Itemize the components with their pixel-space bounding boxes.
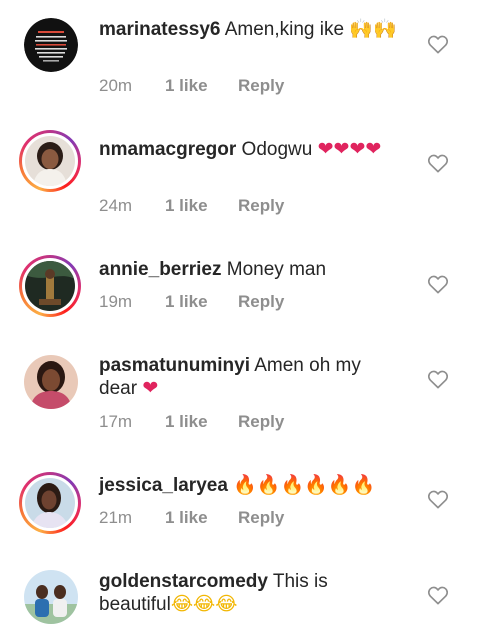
red-heart-emoji: ❤ bbox=[142, 377, 159, 399]
fire-emoji: 🔥🔥🔥🔥🔥🔥 bbox=[233, 474, 376, 496]
reply-button[interactable]: Reply bbox=[238, 196, 284, 216]
comment-body: Amen,king ike bbox=[220, 19, 345, 40]
raised-hands-emoji: 🙌🙌 bbox=[349, 18, 397, 40]
like-count[interactable]: 1 like bbox=[165, 292, 238, 312]
heart-outline-icon[interactable] bbox=[427, 274, 449, 294]
comment-text: goldenstarcomedy This is beautiful😂😂😂 bbox=[99, 570, 404, 616]
comment-body: Money man bbox=[221, 259, 327, 280]
avatar[interactable] bbox=[19, 472, 81, 534]
comment-meta: 21m 1 like Reply bbox=[99, 508, 284, 528]
reply-button[interactable]: Reply bbox=[238, 292, 284, 312]
reply-button[interactable]: Reply bbox=[238, 76, 284, 96]
username[interactable]: nmamacgregor bbox=[99, 139, 236, 160]
reply-button[interactable]: Reply bbox=[238, 412, 284, 432]
avatar[interactable] bbox=[19, 130, 81, 192]
timestamp: 19m bbox=[99, 292, 133, 311]
comment-meta: 24m 1 like Reply bbox=[99, 196, 284, 216]
username[interactable]: annie_berriez bbox=[99, 259, 222, 280]
timestamp: 21m bbox=[99, 508, 133, 527]
heart-outline-icon[interactable] bbox=[427, 489, 449, 509]
comment-body: Odogwu bbox=[236, 139, 318, 160]
comment-text: marinatessy6 Amen,king ike 🙌🙌 bbox=[99, 18, 404, 41]
avatar-image bbox=[24, 570, 78, 624]
laughing-emoji: 😂😂😂 bbox=[170, 593, 238, 615]
comment-text: pasmatunuminyi Amen oh my dear ❤ bbox=[99, 354, 404, 400]
avatar-image bbox=[24, 355, 78, 409]
comment-meta: 19m 1 like Reply bbox=[99, 292, 284, 312]
timestamp: 20m bbox=[99, 76, 133, 95]
avatar-image bbox=[25, 478, 75, 528]
timestamp: 24m bbox=[99, 196, 133, 215]
avatar-image bbox=[25, 261, 75, 311]
username[interactable]: marinatessy6 bbox=[99, 19, 220, 40]
avatar[interactable] bbox=[24, 355, 78, 409]
red-heart-emoji: ❤❤❤❤ bbox=[317, 138, 382, 160]
avatar[interactable] bbox=[19, 255, 81, 317]
comments-list: marinatessy6 Amen,king ike 🙌🙌 20m 1 like… bbox=[0, 0, 480, 629]
reply-button[interactable]: Reply bbox=[238, 508, 284, 528]
username[interactable]: goldenstarcomedy bbox=[99, 571, 268, 592]
timestamp: 17m bbox=[99, 412, 133, 431]
comment-text: nmamacgregor Odogwu ❤❤❤❤ bbox=[99, 138, 404, 161]
avatar-image bbox=[25, 136, 75, 186]
heart-outline-icon[interactable] bbox=[427, 585, 449, 605]
avatar[interactable] bbox=[24, 18, 78, 72]
avatar-image bbox=[24, 18, 78, 72]
comment-meta: 17m 1 like Reply bbox=[99, 412, 284, 432]
username[interactable]: pasmatunuminyi bbox=[99, 355, 250, 376]
comment-text: annie_berriez Money man bbox=[99, 258, 404, 281]
comment-text: jessica_laryea 🔥🔥🔥🔥🔥🔥 bbox=[99, 474, 404, 497]
heart-outline-icon[interactable] bbox=[427, 153, 449, 173]
like-count[interactable]: 1 like bbox=[165, 76, 238, 96]
like-count[interactable]: 1 like bbox=[165, 196, 238, 216]
like-count[interactable]: 1 like bbox=[165, 508, 238, 528]
heart-outline-icon[interactable] bbox=[427, 34, 449, 54]
like-count[interactable]: 1 like bbox=[165, 412, 238, 432]
comment-meta: 20m 1 like Reply bbox=[99, 76, 284, 96]
heart-outline-icon[interactable] bbox=[427, 369, 449, 389]
username[interactable]: jessica_laryea bbox=[99, 475, 228, 496]
avatar[interactable] bbox=[24, 570, 78, 624]
